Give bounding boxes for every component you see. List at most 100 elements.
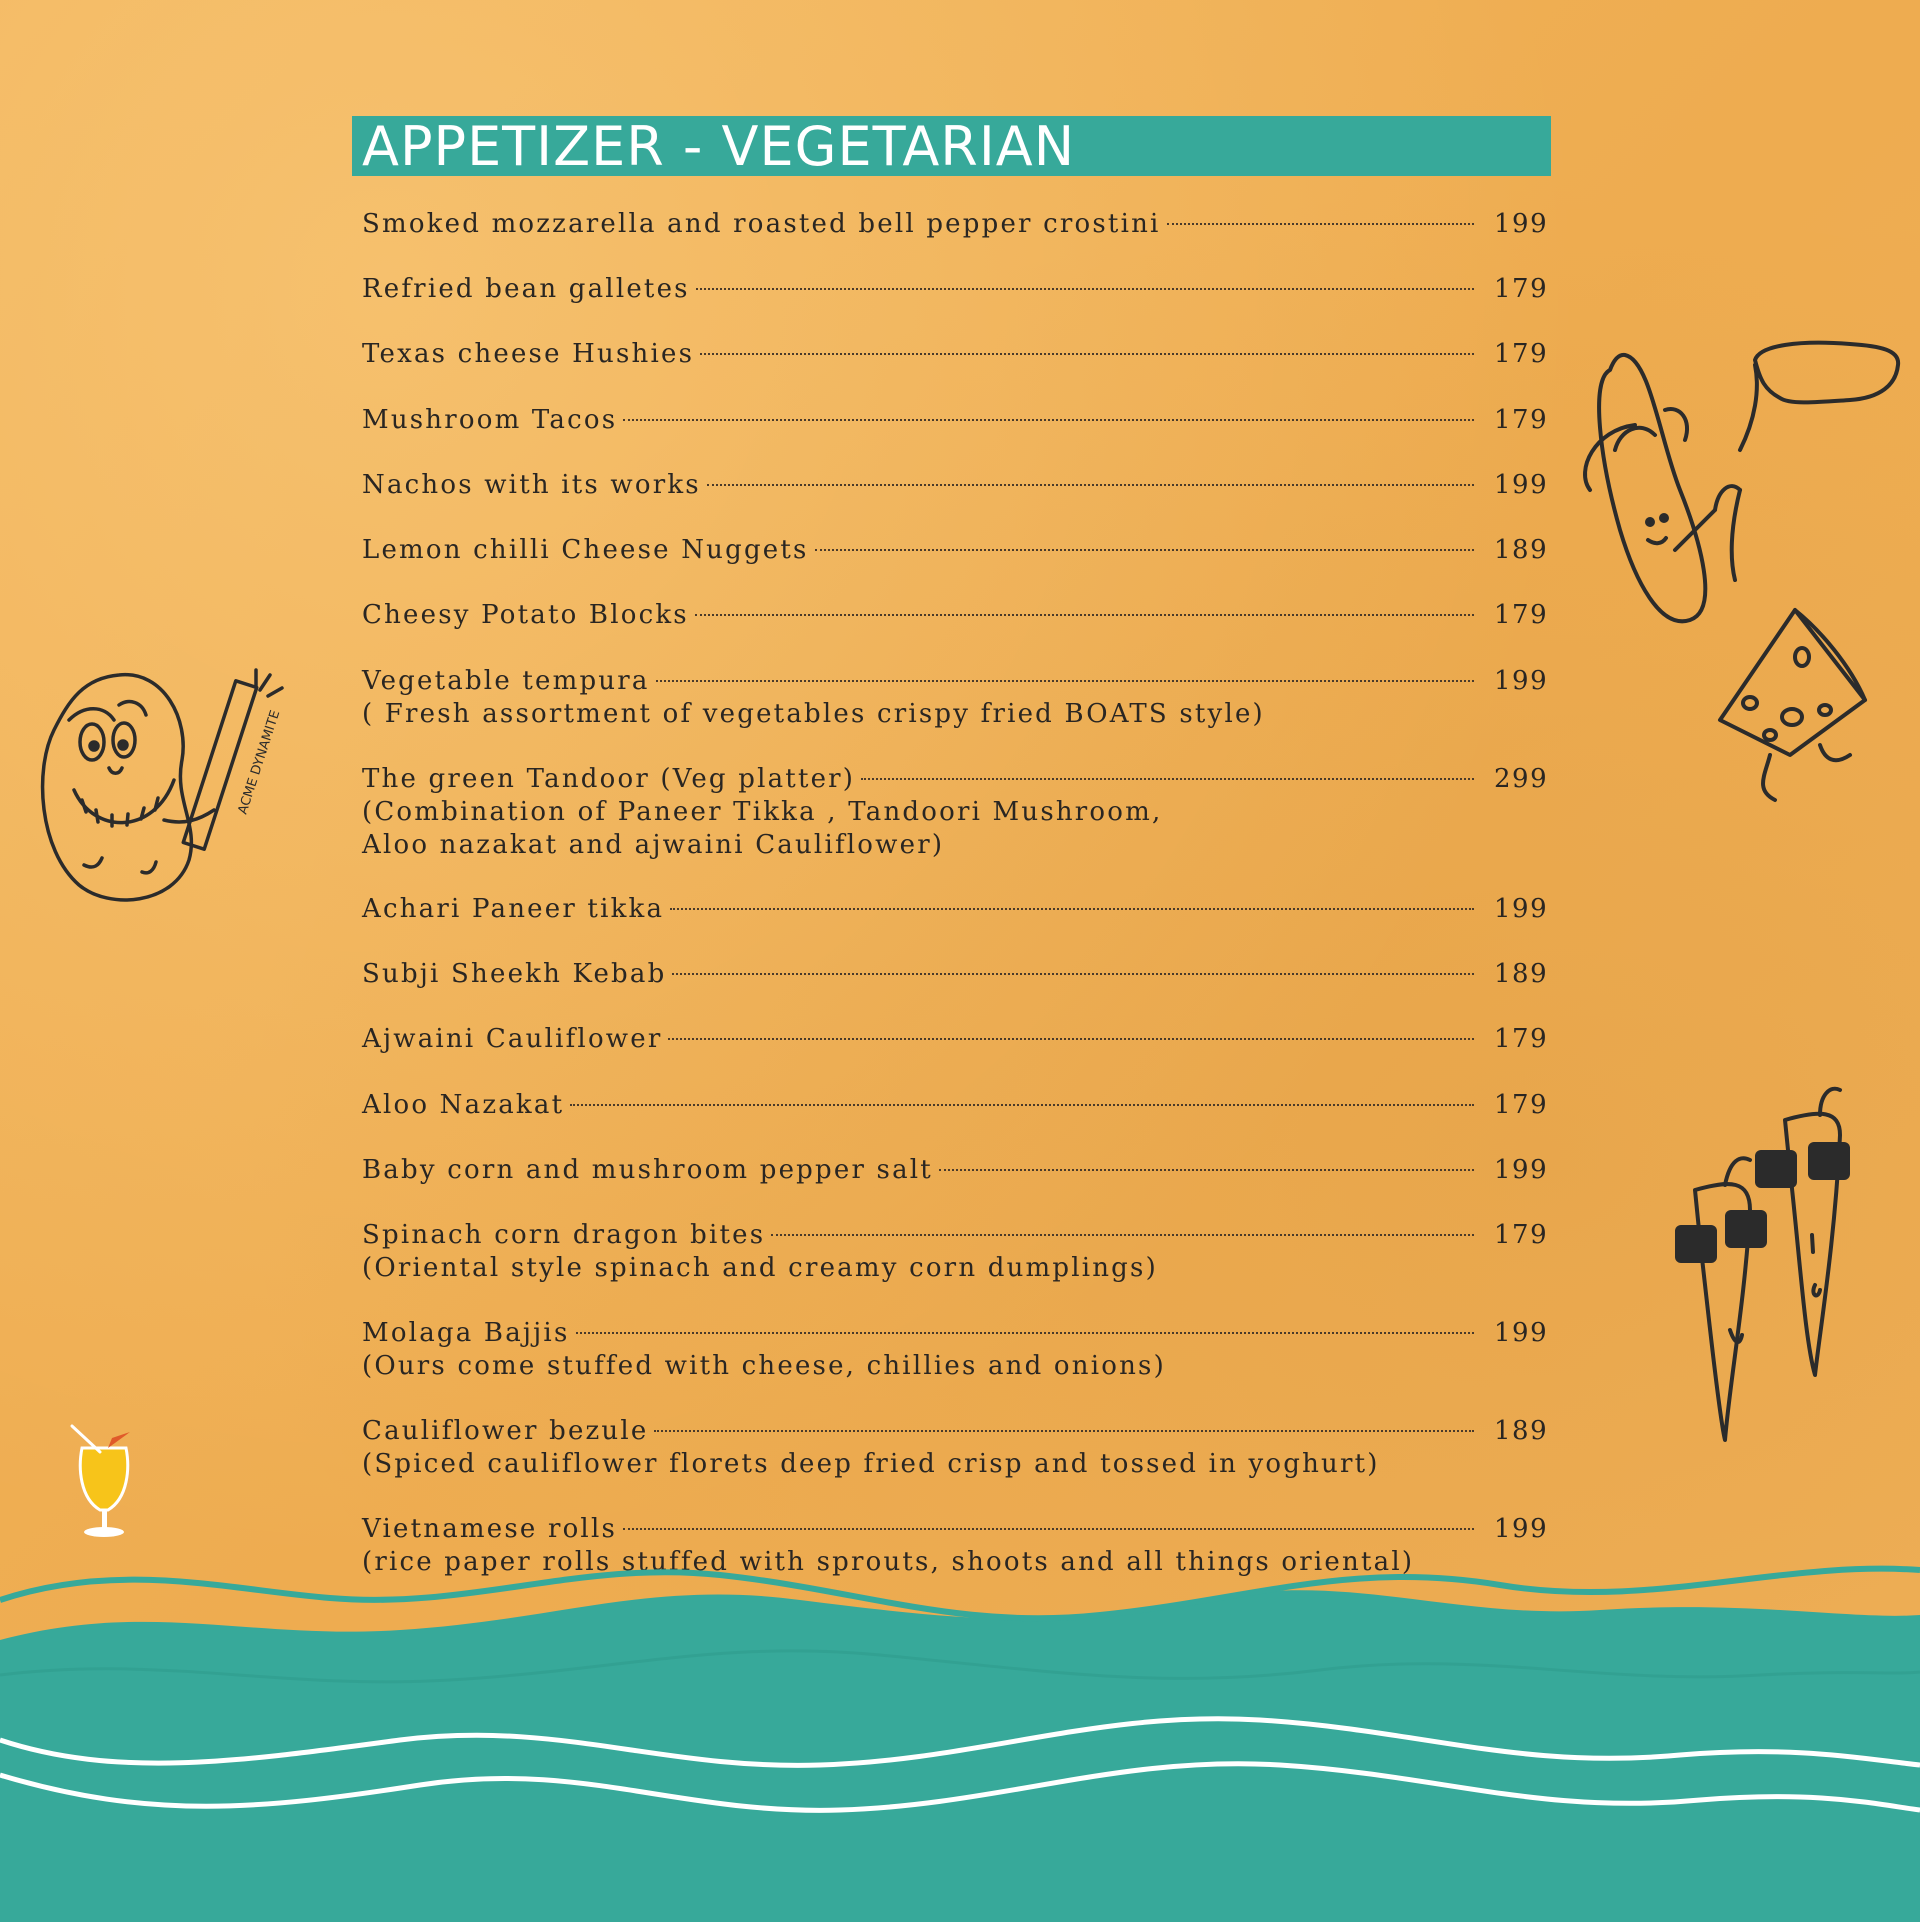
item-price: 199 <box>1494 470 1549 500</box>
dotted-leader <box>861 778 1474 780</box>
menu-item: Mushroom Tacos 179 <box>362 403 1548 437</box>
dotted-leader <box>570 1104 1474 1106</box>
item-name: Mushroom Tacos <box>362 405 618 435</box>
item-price: 179 <box>1494 1220 1549 1250</box>
menu-item-line: Spinach corn dragon bites 179 <box>362 1218 1548 1252</box>
menu-item-line: Cauliflower bezule 189 <box>362 1414 1548 1448</box>
menu-item: Molaga Bajjis 199 (Ours come stuffed with … <box>362 1316 1548 1383</box>
item-price: 199 <box>1494 894 1549 924</box>
item-name: Spinach corn dragon bites <box>362 1220 766 1250</box>
item-name: Smoked mozzarella and roasted bell peppe… <box>362 209 1161 239</box>
menu-item-line: Lemon chilli Cheese Nuggets 189 <box>362 533 1548 567</box>
item-name: The green Tandoor (Veg platter) <box>362 764 856 794</box>
dynamite-label: ACME DYNAMITE <box>236 709 284 817</box>
dotted-leader <box>654 1430 1474 1432</box>
menu-item: Vegetable tempura 199 ( Fresh assortment o… <box>362 664 1548 731</box>
dotted-leader <box>623 1528 1474 1530</box>
item-name: Lemon chilli Cheese Nuggets <box>362 535 809 565</box>
menu-item-line: Baby corn and mushroom pepper salt 199 <box>362 1153 1548 1187</box>
dotted-leader <box>668 1038 1474 1040</box>
menu-item: Nachos with its works 199 <box>362 468 1548 502</box>
menu-item: Smoked mozzarella and roasted bell peppe… <box>362 207 1548 241</box>
item-description: (Oriental style spinach and creamy corn … <box>362 1253 1158 1283</box>
item-name: Molaga Bajjis <box>362 1318 570 1348</box>
dotted-leader <box>700 353 1474 355</box>
item-name: Cheesy Potato Blocks <box>362 600 689 630</box>
dotted-leader <box>670 908 1474 910</box>
menu-item-line: Vegetable tempura 199 <box>362 664 1548 698</box>
menu-item-line: Nachos with its works 199 <box>362 468 1548 502</box>
potato-dynamite-icon: ACME DYNAMITE <box>40 668 284 902</box>
item-name: Nachos with its works <box>362 470 701 500</box>
dotted-leader <box>655 680 1474 682</box>
item-name: Ajwaini Cauliflower <box>362 1024 663 1054</box>
banana-with-pipe-icon <box>1583 340 1901 624</box>
menu-item: Lemon chilli Cheese Nuggets 189 <box>362 533 1548 567</box>
menu-item-line: Texas cheese Hushies 179 <box>362 337 1548 371</box>
menu-item-line: Refried bean galletes 179 <box>362 272 1548 306</box>
item-name: Aloo Nazakat <box>362 1090 565 1120</box>
item-description: ( Fresh assortment of vegetables crispy … <box>362 699 1265 729</box>
dotted-leader <box>1166 223 1474 225</box>
menu-item: Aloo Nazakat 179 <box>362 1088 1548 1122</box>
dotted-leader <box>771 1234 1474 1236</box>
menu-item-line: Achari Paneer tikka 199 <box>362 892 1548 926</box>
item-name: Vegetable tempura <box>362 666 650 696</box>
item-name: Vietnamese rolls <box>362 1514 618 1544</box>
menu-item: Cauliflower bezule 189 (Spiced cauliflower… <box>362 1414 1548 1481</box>
menu-item: Achari Paneer tikka 199 <box>362 892 1548 926</box>
chillies-with-sunglasses-icon <box>1675 1086 1850 1442</box>
item-price: 299 <box>1494 764 1549 794</box>
menu-item: Baby corn and mushroom pepper salt 199 <box>362 1153 1548 1187</box>
dotted-leader <box>575 1332 1474 1334</box>
dotted-leader <box>938 1169 1474 1171</box>
item-price: 199 <box>1494 209 1549 239</box>
menu-item: Refried bean galletes 179 <box>362 272 1548 306</box>
item-price: 199 <box>1494 666 1549 696</box>
item-price: 199 <box>1494 1155 1549 1185</box>
menu-item-line: Cheesy Potato Blocks 179 <box>362 598 1548 632</box>
menu-item: Texas cheese Hushies 179 <box>362 337 1548 371</box>
item-price: 199 <box>1494 1514 1549 1544</box>
item-price: 189 <box>1494 959 1549 989</box>
item-description: (Spiced cauliflower florets deep fried c… <box>362 1449 1380 1479</box>
menu-item-line: Subji Sheekh Kebab 189 <box>362 957 1548 991</box>
item-description: Aloo nazakat and ajwaini Cauliflower) <box>362 830 945 860</box>
menu-item: Spinach corn dragon bites 179 (Oriental st… <box>362 1218 1548 1285</box>
dotted-leader <box>814 549 1474 551</box>
wave-decoration <box>0 1565 1920 1922</box>
cocktail-glass-icon <box>70 1424 130 1537</box>
menu-item: Subji Sheekh Kebab 189 <box>362 957 1548 991</box>
menu-item-line: Aloo Nazakat 179 <box>362 1088 1548 1122</box>
dotted-leader <box>672 973 1474 975</box>
item-price: 189 <box>1494 1416 1549 1446</box>
menu-item-line: Mushroom Tacos 179 <box>362 403 1548 437</box>
menu-item: Cheesy Potato Blocks 179 <box>362 598 1548 632</box>
item-name: Subji Sheekh Kebab <box>362 959 667 989</box>
menu-item: The green Tandoor (Veg platter) 299 (Combi… <box>362 762 1548 862</box>
cheese-wedge-icon <box>1718 608 1867 802</box>
item-name: Baby corn and mushroom pepper salt <box>362 1155 933 1185</box>
item-name: Achari Paneer tikka <box>362 894 665 924</box>
item-price: 179 <box>1494 1090 1549 1120</box>
item-name: Refried bean galletes <box>362 274 690 304</box>
item-price: 179 <box>1494 339 1549 369</box>
item-price: 179 <box>1494 1024 1549 1054</box>
menu-item-line: Smoked mozzarella and roasted bell peppe… <box>362 207 1548 241</box>
item-price: 199 <box>1494 1318 1549 1348</box>
item-name: Cauliflower bezule <box>362 1416 649 1446</box>
dotted-leader <box>695 288 1474 290</box>
menu-item-line: Ajwaini Cauliflower 179 <box>362 1022 1548 1056</box>
item-price: 179 <box>1494 405 1549 435</box>
menu-item-line: Vietnamese rolls 199 <box>362 1512 1548 1546</box>
item-description: (Ours come stuffed with cheese, chillies… <box>362 1351 1166 1381</box>
item-price: 189 <box>1494 535 1549 565</box>
menu-item-line: The green Tandoor (Veg platter) 299 <box>362 762 1548 796</box>
item-price: 179 <box>1494 274 1549 304</box>
item-price: 179 <box>1494 600 1549 630</box>
dotted-leader <box>623 419 1474 421</box>
menu-item-line: Molaga Bajjis 199 <box>362 1316 1548 1350</box>
item-description: (Combination of Paneer Tikka , Tandoori … <box>362 797 1163 827</box>
dotted-leader <box>694 614 1474 616</box>
dotted-leader <box>706 484 1474 486</box>
